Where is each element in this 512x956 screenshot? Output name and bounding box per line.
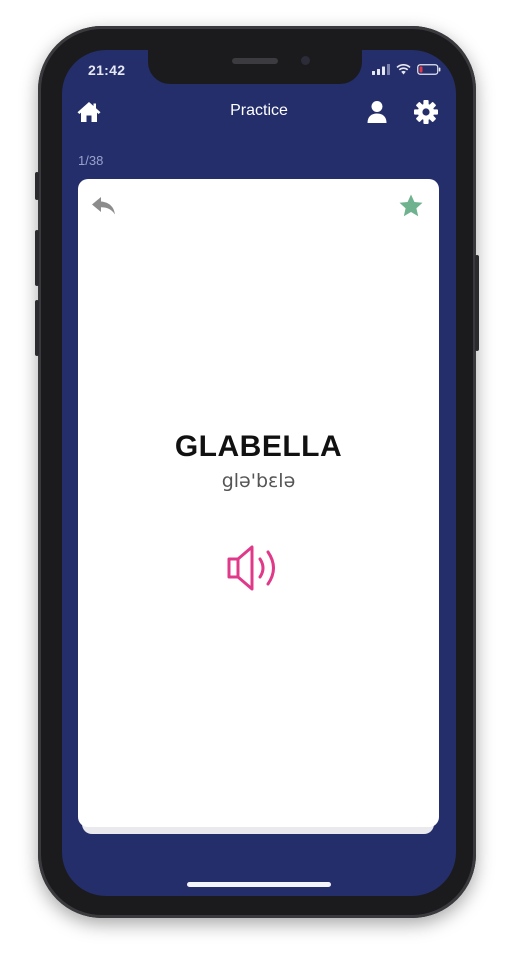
user-icon: [367, 101, 387, 123]
phone-power-button: [475, 255, 479, 351]
settings-button[interactable]: [411, 97, 441, 127]
favorite-button[interactable]: [398, 193, 424, 219]
device-notch: [148, 50, 362, 84]
undo-arrow-icon: [92, 197, 115, 215]
status-time: 21:42: [88, 62, 126, 78]
flashcard-word: GLABELLA: [174, 430, 343, 463]
page-title: Practice: [230, 102, 288, 119]
cellular-signal-icon: [372, 64, 390, 75]
profile-button[interactable]: [362, 97, 392, 127]
card-progress-counter: 1/38: [78, 153, 104, 168]
battery-icon: [417, 64, 441, 75]
phone-volume-down-button: [35, 300, 39, 356]
play-audio-button[interactable]: [225, 542, 293, 594]
top-navbar: Practice: [62, 90, 456, 134]
home-indicator[interactable]: [187, 882, 331, 887]
wifi-icon: [396, 64, 411, 75]
home-button[interactable]: [74, 97, 104, 127]
flashcard[interactable]: [78, 179, 439, 827]
gear-icon: [414, 100, 438, 124]
status-icons: [372, 64, 441, 75]
flip-back-button[interactable]: [90, 194, 118, 218]
flashcard-phonetic: glə'bɛlə: [221, 470, 296, 492]
front-camera: [301, 56, 310, 65]
phone-volume-up-button: [35, 230, 39, 286]
star-icon: [399, 194, 423, 217]
speaker-icon: [227, 545, 275, 591]
earpiece-speaker: [232, 58, 278, 64]
home-icon: [77, 102, 101, 122]
phone-silent-switch: [35, 172, 39, 200]
